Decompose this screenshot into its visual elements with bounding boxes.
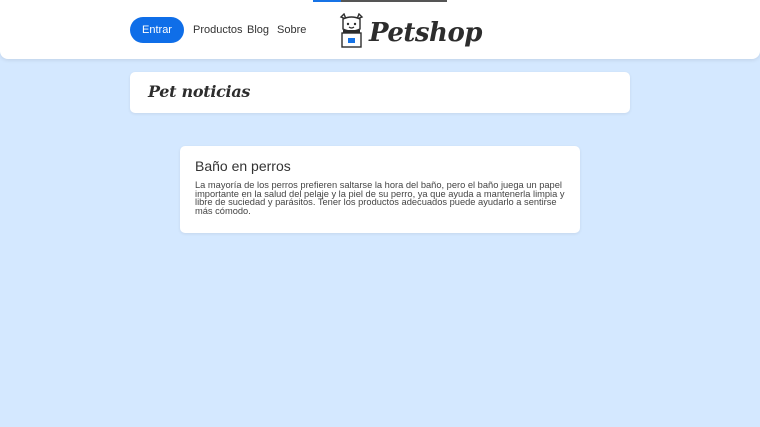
page-title-card: Pet noticias	[130, 72, 630, 113]
top-strip-accent	[313, 0, 341, 2]
logo-text: Petshop	[369, 17, 482, 48]
site-logo[interactable]: Petshop	[338, 12, 482, 52]
site-header: Entrar Productos Blog Sobre Petshop	[0, 0, 760, 59]
news-title: Baño en perros	[195, 158, 291, 174]
news-body: La mayoría de los perros prefieren salta…	[195, 180, 565, 216]
nav-link-productos[interactable]: Productos	[193, 23, 243, 37]
news-card: Baño en perros La mayoría de los perros …	[180, 146, 580, 233]
page-title: Pet noticias	[148, 82, 251, 101]
dog-in-box-icon	[338, 12, 365, 52]
nav-link-sobre[interactable]: Sobre	[277, 23, 306, 37]
login-button[interactable]: Entrar	[130, 17, 184, 43]
nav-link-blog[interactable]: Blog	[247, 23, 269, 37]
